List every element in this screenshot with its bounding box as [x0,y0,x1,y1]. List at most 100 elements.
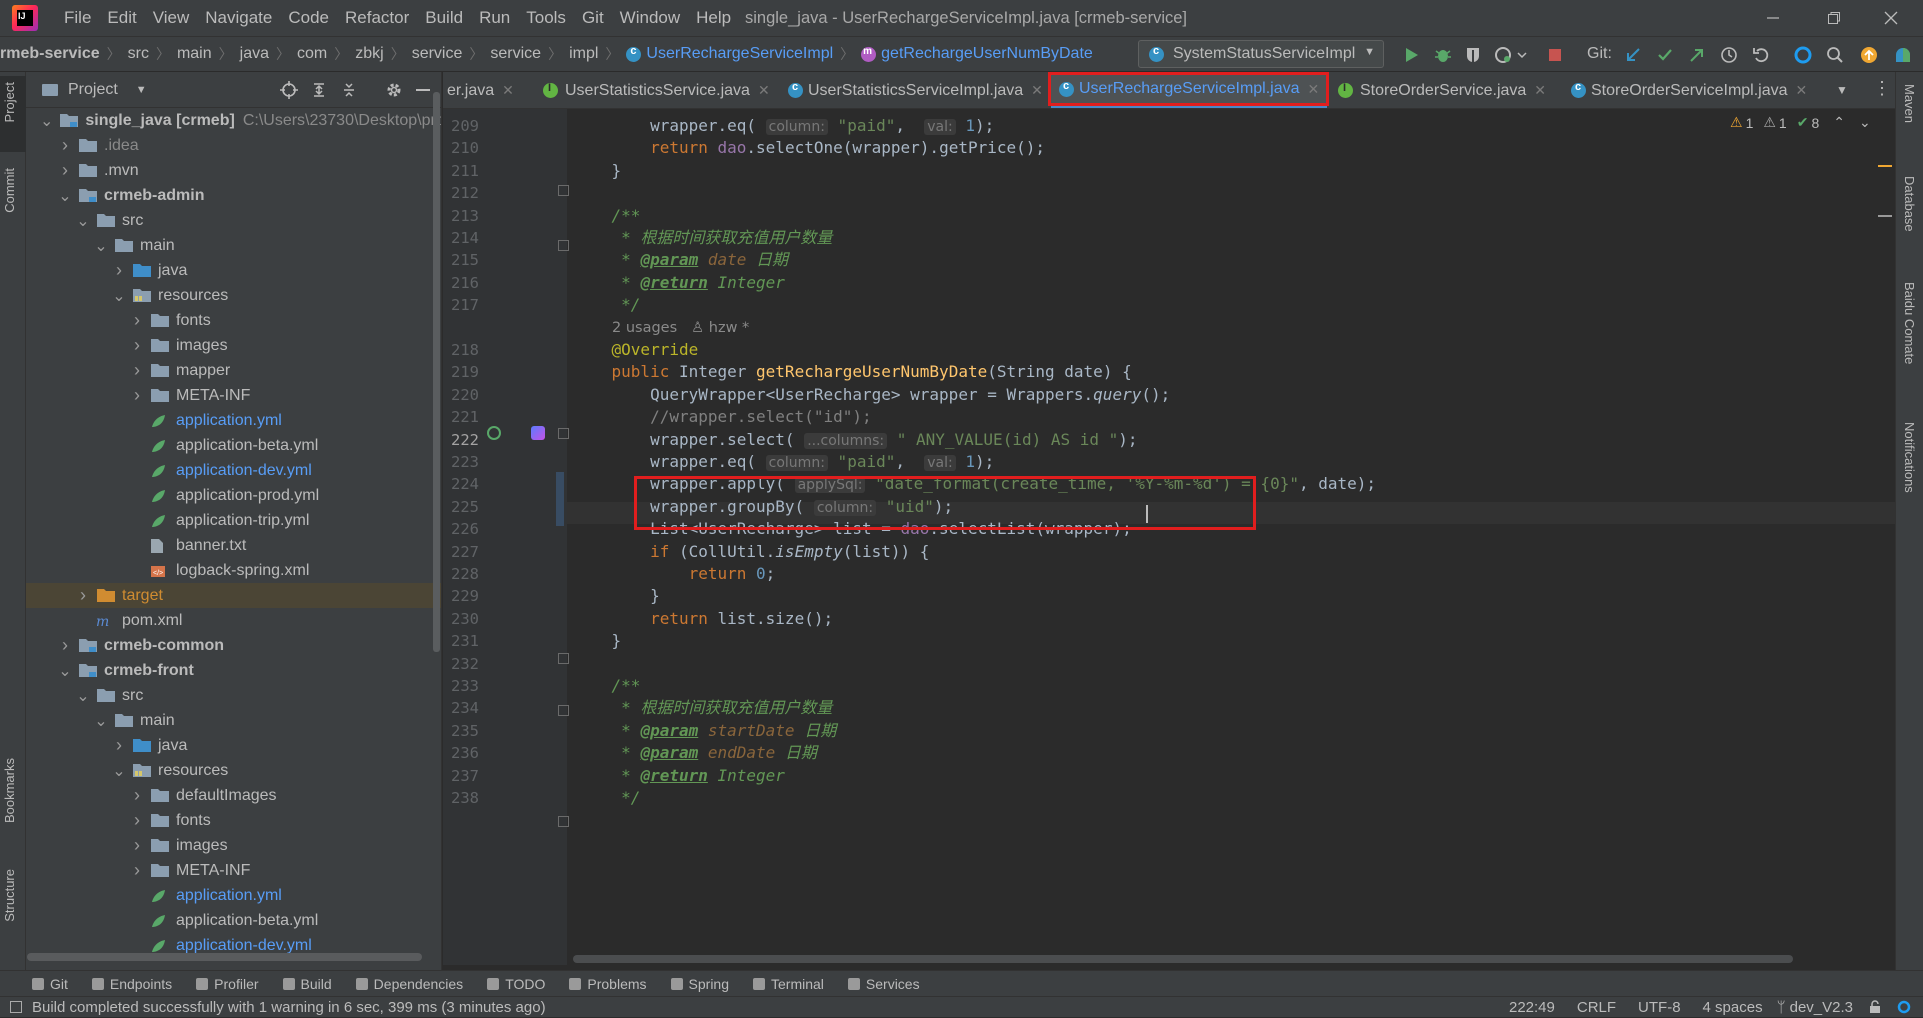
tab-user-statistics-service-impl[interactable]: UserStatisticsServiceImpl.java✕ [780,72,1043,108]
tree-node[interactable]: application-dev.yml [26,458,441,483]
tree-node[interactable]: › images [26,333,441,358]
history-icon[interactable] [1718,44,1740,66]
tab-partial[interactable]: er.java ✕ [443,72,535,108]
code-line[interactable]: QueryWrapper<UserRecharge> wrapper = Wra… [573,384,1170,406]
tree-node[interactable]: m pom.xml [26,608,441,633]
code-line[interactable]: wrapper.eq( column: "paid", val: 1); [573,115,994,137]
chevron-right-icon[interactable]: › [130,808,144,833]
chevron-down-icon[interactable]: ⌄ [94,708,108,733]
commit-tool-button[interactable]: Commit [2,168,17,213]
structure-tool-button[interactable]: Structure [2,869,17,922]
chevron-right-icon[interactable]: › [130,783,144,808]
crumb-method[interactable]: getRechargeUserNumByDate [881,45,1093,63]
comate-gutter-icon[interactable] [531,426,545,440]
locate-icon[interactable] [280,81,298,99]
tool-terminal[interactable]: Terminal [753,976,824,992]
fold-marker[interactable] [558,240,569,251]
crumb-service[interactable]: service [412,45,463,63]
minimize-button[interactable] [1744,0,1802,36]
tool-services[interactable]: Services [847,976,920,992]
tree-node[interactable]: › images [26,833,441,858]
author-hint[interactable]: ♙ hzw * [691,320,749,336]
chevron-right-icon[interactable]: › [130,333,144,358]
close-icon[interactable]: ✕ [1796,82,1808,99]
coverage-icon[interactable] [1462,44,1484,66]
vcs-change-marker[interactable] [556,472,564,526]
tree-node[interactable]: application-beta.yml [26,433,441,458]
chevron-right-icon[interactable]: › [130,308,144,333]
editor-hscrollbar[interactable] [573,955,1793,963]
code-line[interactable]: * @param date 日期 [573,249,788,271]
crumb-service-pkg[interactable]: service [490,45,541,63]
tree-node[interactable]: ⌄ src [26,208,441,233]
tool-endpoints[interactable]: Endpoints [91,976,172,992]
tree-node[interactable]: application.yml [26,883,441,908]
ide-features-icon[interactable] [1892,44,1914,66]
crumb-main[interactable]: main [177,45,212,63]
debug-icon[interactable] [1432,44,1454,66]
code-line[interactable]: * 根据时间获取充值用户数量 [573,697,832,719]
tree-node[interactable]: ⌄ single_java [crmeb] C:\Users\23730\Deskt… [26,108,441,133]
code-line[interactable]: */ [573,294,640,316]
tree-node[interactable]: › defaultImages [26,783,441,808]
stop-icon[interactable] [1544,44,1566,66]
code-line[interactable]: /** [573,205,641,227]
menu-window[interactable]: Window [612,0,688,36]
tree-node[interactable]: › mapper [26,358,441,383]
more-icon[interactable]: ⋮ [1873,78,1891,99]
tree-node[interactable]: </> logback-spring.xml [26,558,441,583]
crumb-com[interactable]: com [297,45,327,63]
chevron-right-icon[interactable]: › [58,133,72,158]
crumb-impl[interactable]: impl [569,45,598,63]
tree-node[interactable]: application-prod.yml [26,483,441,508]
chevron-down-icon[interactable]: ⌄ [94,233,108,258]
fold-marker[interactable] [558,428,569,439]
git-push-icon[interactable] [1686,44,1708,66]
tool-spring[interactable]: Spring [670,976,729,992]
project-tree-scrollbar[interactable] [433,92,440,652]
tree-node[interactable]: › java [26,733,441,758]
code-line[interactable]: public Integer getRechargeUserNumByDate(… [573,361,1132,383]
override-marker-icon[interactable] [487,426,501,440]
expand-all-icon[interactable] [310,81,328,99]
chevron-down-icon[interactable]: ⌄ [40,108,53,133]
menu-code[interactable]: Code [280,0,337,36]
menu-git[interactable]: Git [574,0,612,36]
restore-button[interactable] [1805,0,1863,36]
tree-node[interactable]: ⌄ main [26,233,441,258]
tree-node[interactable]: ⌄ crmeb-admin [26,183,441,208]
tree-node[interactable]: › .idea [26,133,441,158]
run-icon[interactable] [1400,44,1422,66]
rollback-icon[interactable] [1750,44,1772,66]
caret-position[interactable]: 222:49 [1509,999,1555,1016]
tree-node[interactable]: application-beta.yml [26,908,441,933]
menu-file[interactable]: File [56,0,99,36]
close-icon[interactable]: ✕ [1534,82,1546,99]
chevron-right-icon[interactable]: › [58,633,72,658]
comate-icon[interactable] [1792,44,1814,66]
code-line[interactable]: * @param startDate 日期 [573,720,836,742]
menu-build[interactable]: Build [417,0,471,36]
tree-node[interactable]: ⌄ main [26,708,441,733]
tool-build[interactable]: Build [282,976,332,992]
code-line[interactable]: * @return Integer [573,765,785,787]
search-icon[interactable] [1824,44,1846,66]
chevron-right-icon[interactable]: › [130,858,144,883]
code-line[interactable]: @Override [573,339,699,361]
tree-node[interactable]: › crmeb-common [26,633,441,658]
code-line[interactable]: if (CollUtil.isEmpty(list)) { [573,541,929,563]
chevron-right-icon[interactable]: › [112,733,126,758]
menu-refactor[interactable]: Refactor [337,0,417,36]
usages-hint[interactable]: 2 usages [612,320,677,336]
chevron-down-icon[interactable]: ▼ [136,84,147,96]
close-icon[interactable]: ✕ [502,82,514,99]
status-toggle-icon[interactable] [10,1001,22,1013]
project-view-title[interactable]: Project [68,81,118,99]
menu-tools[interactable]: Tools [518,0,574,36]
git-update-icon[interactable] [1622,44,1644,66]
file-encoding[interactable]: UTF-8 [1638,999,1681,1016]
status-message[interactable]: Build completed successfully with 1 warn… [32,999,546,1016]
tree-node[interactable]: banner.txt [26,533,441,558]
chevron-down-icon[interactable]: ⌄ [112,758,126,783]
tree-node[interactable]: › java [26,258,441,283]
